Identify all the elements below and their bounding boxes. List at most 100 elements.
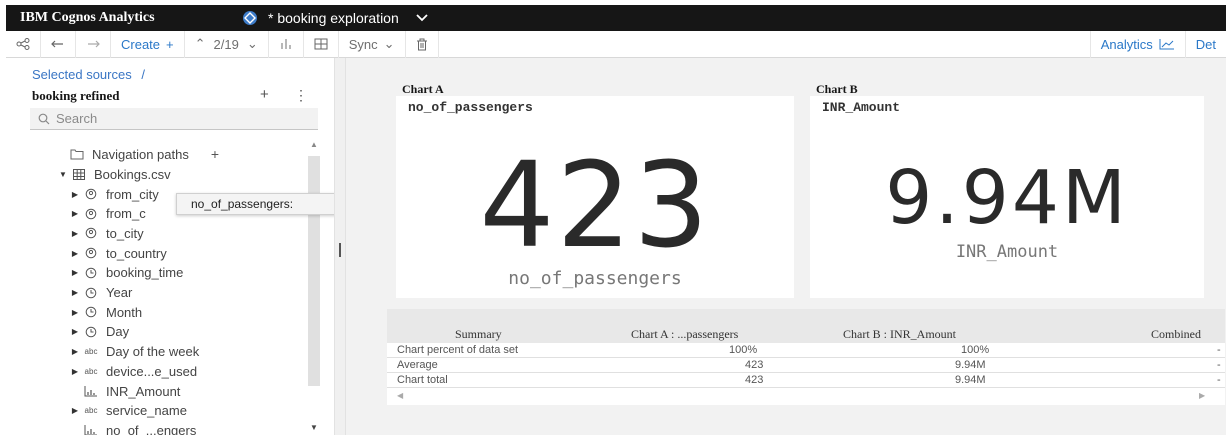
create-button[interactable]: Create + [111, 30, 185, 58]
chart-b-value: 9.94M [885, 155, 1129, 241]
redo-button[interactable] [76, 30, 111, 58]
caret-right-icon[interactable]: ▶ [68, 249, 82, 258]
summary-header: Summary [455, 327, 502, 341]
share-button[interactable] [6, 30, 41, 58]
related-icon [281, 39, 291, 49]
caret-right-icon[interactable]: ▶ [68, 406, 82, 415]
tree-item-field[interactable]: ▶ Month [68, 302, 142, 322]
location-icon [82, 208, 100, 220]
tree-item-field[interactable]: ▶ booking_time [68, 263, 183, 283]
chevron-down-icon[interactable]: ⌄ [247, 36, 258, 52]
tree-scrollbar-thumb[interactable] [308, 156, 320, 386]
caret-right-icon[interactable]: ▶ [68, 268, 82, 277]
table-cell: - [1217, 359, 1221, 371]
chart-a-label: Chart A [402, 82, 444, 96]
table-cell: - [1217, 344, 1221, 356]
undo-icon [51, 40, 63, 48]
summary-header: Chart B : INR_Amount [843, 327, 956, 341]
breadcrumb[interactable]: Selected sources / [32, 67, 145, 82]
chart-b-card[interactable]: INR_Amount 9.94M INR_Amount [810, 96, 1204, 298]
table-cell: Average [397, 359, 438, 371]
tree-item-field[interactable]: ▶ to_country [68, 243, 167, 263]
tree-item-field[interactable]: ▶ Day [68, 322, 129, 342]
tree-item-field[interactable]: ▶ abc Day of the week [68, 342, 199, 362]
scroll-down-icon[interactable]: ▼ [310, 423, 318, 432]
caret-down-icon[interactable]: ▼ [56, 170, 70, 179]
scroll-right-icon[interactable]: ▶ [1199, 391, 1205, 400]
sync-button[interactable]: Sync ⌄ [339, 30, 406, 58]
document-title[interactable]: * booking exploration [268, 10, 399, 26]
details-button[interactable]: Det [1186, 31, 1226, 58]
tree-item-label: Month [106, 304, 143, 320]
caret-right-icon[interactable]: ▶ [68, 190, 82, 199]
table-cell: 423 [745, 359, 764, 371]
scroll-left-icon[interactable]: ◀ [397, 391, 403, 400]
location-icon [82, 227, 100, 239]
table-cell: 100% [961, 344, 990, 356]
caret-right-icon[interactable]: ▶ [68, 327, 82, 336]
tree-item-field[interactable]: INR_Amount [68, 381, 180, 401]
location-icon [82, 247, 100, 259]
summary-horizontal-scrollbar[interactable]: ◀ ▶ [387, 389, 1225, 403]
analytics-button[interactable]: Analytics [1089, 30, 1186, 58]
clock-icon [82, 326, 100, 338]
overflow-menu-icon[interactable]: ⋮ [294, 87, 308, 104]
tree-item-label: Navigation paths [92, 146, 189, 162]
tree-item-field[interactable]: ▶ Year [68, 283, 132, 303]
details-label: Det [1195, 36, 1216, 52]
analytics-label: Analytics [1100, 36, 1153, 52]
page-nav[interactable]: ⌃ 2/19 ⌄ [185, 30, 269, 58]
clock-icon [82, 306, 100, 318]
tree-item-label: Year [106, 285, 133, 300]
table-cell: Chart percent of data set [397, 344, 519, 356]
app-brand[interactable]: IBM Cognos Analytics [6, 10, 242, 26]
analytics-icon [1159, 39, 1174, 50]
tree-item-field[interactable]: ▶ to_city [68, 223, 144, 243]
caret-right-icon[interactable]: ▶ [68, 288, 82, 297]
tree-item-field[interactable]: ▶ from_city [68, 184, 159, 204]
tree-item-field[interactable]: ▶ abc device...e_used [68, 361, 197, 381]
caret-right-icon[interactable]: ▶ [68, 367, 82, 376]
table-cell: Chart total [397, 374, 448, 386]
redo-icon [88, 40, 100, 48]
measure-icon [82, 385, 100, 397]
chart-a-card[interactable]: no_of_passengers 423 no_of_passengers [396, 96, 794, 298]
search-placeholder: Search [56, 111, 98, 126]
tree-item-navigation-paths[interactable]: Navigation paths + [68, 144, 219, 164]
chart-a-caption: no_of_passengers [508, 268, 682, 289]
layout-button[interactable] [304, 30, 339, 58]
app-root: IBM Cognos Analytics * booking explorati… [0, 0, 1230, 435]
undo-button[interactable] [41, 30, 76, 58]
delete-button[interactable] [406, 30, 439, 58]
search-input[interactable]: Search [30, 108, 318, 130]
caret-right-icon[interactable]: ▶ [68, 308, 82, 317]
tree-item-label: booking_time [106, 265, 184, 281]
table-cell: 9.94M [955, 359, 986, 371]
tree-item-field[interactable]: ▶ abc service_name [68, 401, 187, 421]
toolbar: Create + ⌃ 2/19 ⌄ Sync ⌄ Analytics Det [6, 30, 1226, 58]
tree-item-field[interactable]: no_of_...engers [68, 420, 196, 435]
folder-icon [68, 149, 86, 160]
caret-right-icon[interactable]: ▶ [68, 209, 82, 218]
tree-item-label: from_city [106, 186, 159, 202]
splitter-grip[interactable] [339, 243, 341, 257]
summary-table: Summary Chart A : ...passengers Chart B … [387, 309, 1225, 405]
create-label: Create [121, 36, 161, 52]
tree-item-bookings-table[interactable]: ▼ Bookings.csv [56, 164, 171, 184]
chevron-up-icon[interactable]: ⌃ [195, 36, 206, 52]
chevron-down-icon[interactable] [415, 13, 429, 23]
table-cell: 423 [745, 374, 764, 386]
tree-item-label: Day [106, 324, 130, 340]
related-button[interactable] [269, 30, 304, 58]
caret-right-icon[interactable]: ▶ [68, 347, 82, 356]
breadcrumb-link[interactable]: Selected sources [32, 67, 132, 82]
layout-icon [314, 38, 328, 50]
scroll-up-icon[interactable]: ▲ [310, 140, 318, 149]
tree-item-field[interactable]: ▶ from_c [68, 204, 146, 224]
add-icon[interactable]: + [211, 146, 219, 162]
tree-item-label: from_c [106, 206, 146, 222]
share-icon [16, 38, 30, 50]
add-source-icon[interactable]: + [260, 86, 269, 103]
trash-icon [416, 38, 427, 50]
caret-right-icon[interactable]: ▶ [68, 229, 82, 238]
